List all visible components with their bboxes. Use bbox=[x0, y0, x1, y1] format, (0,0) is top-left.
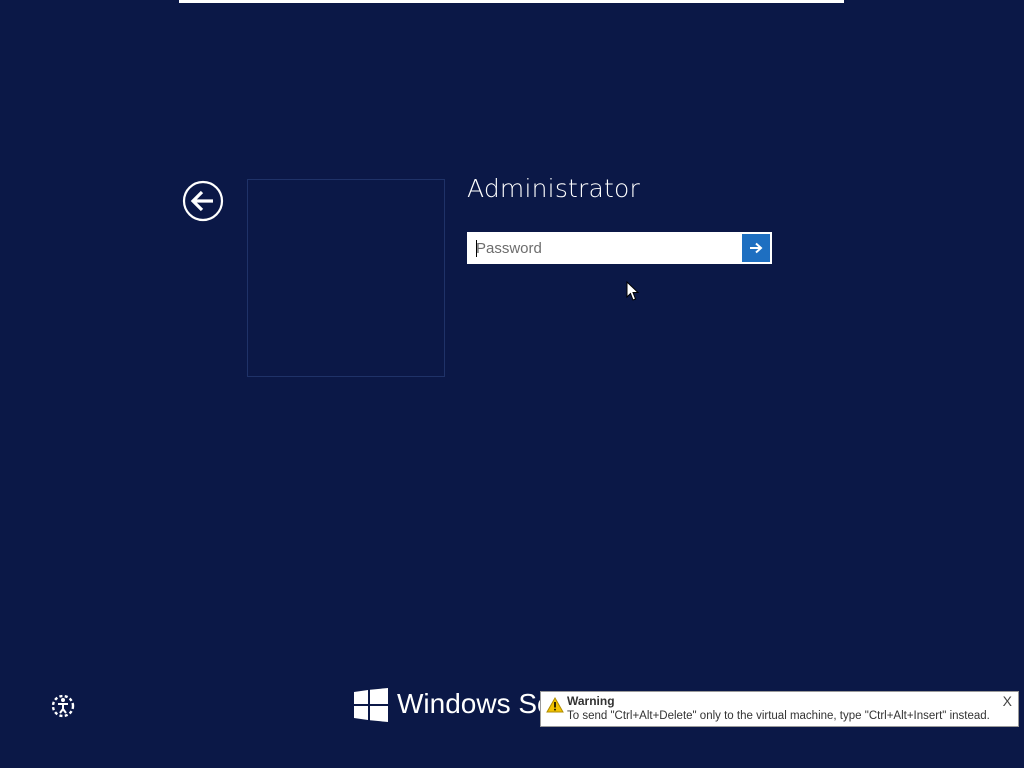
mouse-cursor-icon bbox=[626, 281, 639, 301]
text-caret bbox=[476, 240, 477, 257]
user-picture-tile bbox=[247, 179, 445, 377]
back-button[interactable] bbox=[182, 180, 224, 222]
ease-of-access-button[interactable] bbox=[49, 692, 77, 720]
arrow-right-icon bbox=[750, 242, 763, 254]
submit-button[interactable] bbox=[742, 234, 770, 262]
windows-server-logo-text: Windows Server bbox=[397, 688, 547, 719]
top-bar bbox=[179, 0, 844, 3]
close-icon[interactable]: X bbox=[1003, 693, 1012, 709]
warning-title: Warning bbox=[567, 694, 615, 708]
password-box bbox=[467, 232, 772, 264]
warning-triangle-icon bbox=[546, 697, 564, 713]
ease-of-access-icon bbox=[51, 694, 75, 718]
warning-message: To send "Ctrl+Alt+Delete" only to the vi… bbox=[567, 710, 990, 722]
warning-notification: Warning To send "Ctrl+Alt+Delete" only t… bbox=[540, 691, 1019, 727]
password-input[interactable] bbox=[467, 232, 740, 264]
user-name: Administrator bbox=[467, 174, 641, 203]
windows-logo-icon bbox=[354, 688, 388, 722]
back-arrow-icon bbox=[182, 180, 224, 222]
lock-screen: Administrator Windows Server bbox=[0, 0, 1024, 768]
